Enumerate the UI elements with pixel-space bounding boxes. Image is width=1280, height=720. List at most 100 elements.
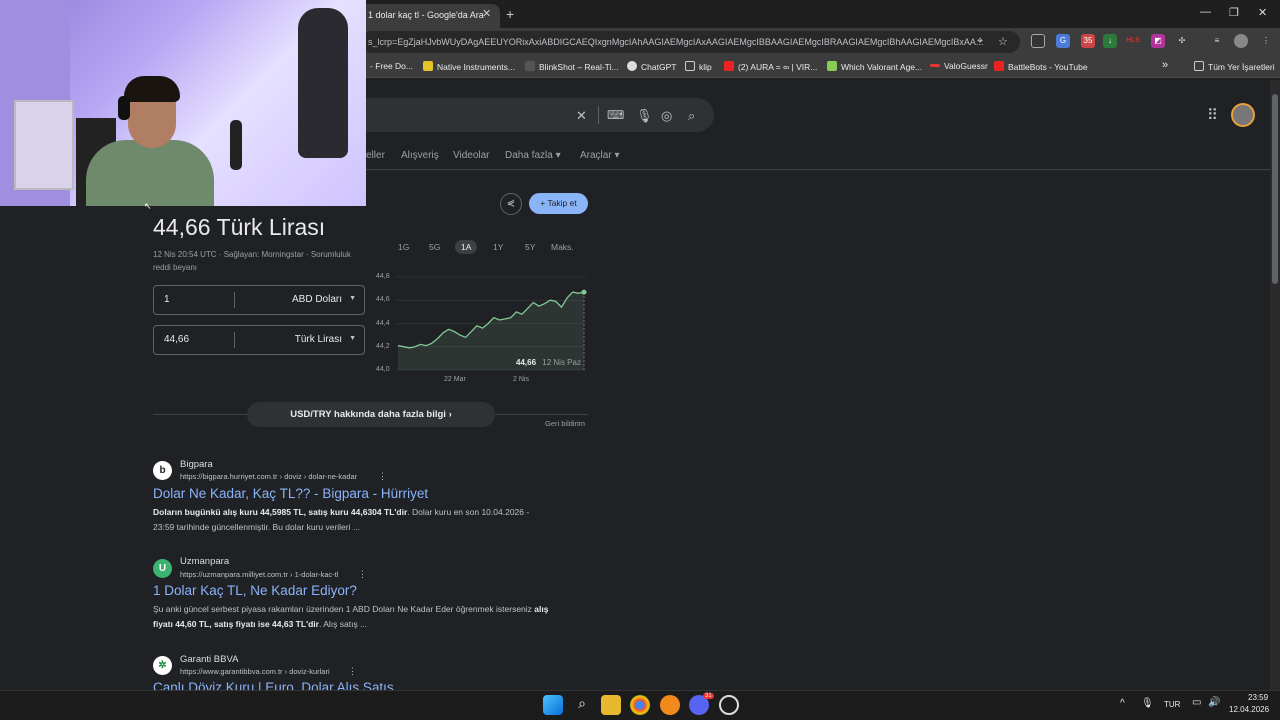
webcam-overlay [0,0,366,206]
minimize-button[interactable]: — [1200,6,1211,18]
language-indicator[interactable]: TUR [1164,700,1180,709]
result-site-name[interactable]: Bigpara [180,459,213,470]
clock-date[interactable]: 12.04.2026 [1229,705,1269,714]
tab-more[interactable]: Daha fazla ▾ [505,150,561,161]
range-1d[interactable]: 1G [398,242,409,252]
tray-mic-icon[interactable]: 🎙 [1141,698,1154,709]
more-options-icon[interactable]: ⋮ [358,569,367,580]
result-title-link[interactable]: Canlı Döviz Kuru | Euro, Dolar Alış Satı… [153,680,394,690]
tooltip-date: 12 Nis Paz [542,358,581,367]
mouse-cursor-icon: ↖ [144,201,152,211]
range-max[interactable]: Maks. [551,242,574,252]
all-bookmarks-folder[interactable]: Tüm Yer İşaretleri [1194,61,1275,72]
new-tab-button[interactable]: + [506,6,514,22]
tab-tools[interactable]: Araçlar ▾ [580,150,619,161]
y-tick-label: 44,2 [376,343,390,350]
scrollbar-thumb[interactable] [1272,94,1278,284]
more-options-icon[interactable]: ⋮ [378,471,387,482]
share-icon[interactable]: ⋞ [500,193,522,215]
tab-videos[interactable]: Videolar [453,150,490,161]
from-amount-field[interactable]: 1 ABD Doları ▼ [153,285,365,315]
from-value[interactable]: 1 [164,294,170,305]
app-icon[interactable] [719,695,739,715]
lens-camera-icon[interactable]: ◎ [661,108,672,124]
feedback-link[interactable]: Geri bildirim [545,419,585,428]
tab-images[interactable]: eller [366,150,385,161]
result-title-link[interactable]: Dolar Ne Kadar, Kaç TL?? - Bigpara - Hür… [153,486,428,501]
address-bar[interactable]: s_lcrp=EgZjaHJvbWUyDAgAEEUYORixAxiABDIGC… [360,31,1020,53]
more-info-button[interactable]: USD/TRY hakkında daha fazla bilgi › [247,402,495,427]
blinkshot-icon [525,61,535,71]
active-tab[interactable]: 1 dolar kaç tl - Google'da Ara [360,4,500,28]
result-site-name[interactable]: Garanti BBVA [180,654,238,665]
from-currency-select[interactable]: ABD Doları [292,294,342,305]
tooltip-value: 44,66 [516,358,537,367]
bookmark-item[interactable]: BlinkShot – Real-Ti... [525,61,619,72]
chevron-down-icon[interactable]: ▼ [349,295,356,302]
taskbar-search-icon[interactable]: ⌕ [572,695,592,715]
profile-avatar[interactable] [1234,34,1248,48]
apps-grid-icon[interactable]: ⠿ [1207,106,1218,124]
to-value[interactable]: 44,66 [164,334,189,345]
network-icon[interactable]: ▭ [1192,697,1201,708]
clock-time[interactable]: 23:59 [1248,693,1268,702]
bookmark-item[interactable]: - Free Do... [370,61,413,71]
file-explorer-icon[interactable] [601,695,621,715]
range-1m[interactable]: 1A [455,240,478,254]
bookmark-star-icon[interactable]: ☆ [998,35,1008,48]
follow-button[interactable]: + Takip et [529,193,588,214]
maximize-button[interactable]: ❐ [1229,6,1239,19]
media-control-icon[interactable]: ≡ [1210,34,1224,48]
account-avatar[interactable] [1231,103,1255,127]
folder-icon [423,61,433,71]
range-1y[interactable]: 1Y [493,242,503,252]
tab-shopping[interactable]: Alışveriş [401,150,439,161]
result-url[interactable]: https://www.garantibbva.com.tr › doviz-k… [180,667,330,676]
tabs-divider [360,169,1270,170]
to-currency-select[interactable]: Türk Lirası [295,334,342,345]
bookmark-item[interactable]: Native Instruments... [423,61,515,72]
result-site-name[interactable]: Uzmanpara [180,556,229,567]
windows-start-icon[interactable] [543,695,563,715]
hls-extension-icon[interactable]: HLS [1126,34,1140,48]
location-icon[interactable]: ⌖ [977,35,983,48]
bookmarks-overflow-icon[interactable]: » [1162,59,1168,71]
keyboard-icon[interactable]: ⌨ [607,108,624,122]
bookmark-item[interactable]: ValoGuessr [930,61,988,71]
range-5y[interactable]: 5Y [525,242,535,252]
valoguessr-icon [930,64,940,67]
y-tick-label: 44,8 [376,273,390,280]
more-options-icon[interactable]: ⋮ [348,666,357,677]
translate-extension-icon[interactable]: G [1056,34,1070,48]
bookmark-item[interactable]: Which Valorant Age... [827,61,922,72]
extension-badge-icon[interactable]: 35 [1081,34,1095,48]
result-url[interactable]: https://uzmanpara.milliyet.com.tr › 1-do… [180,570,338,579]
bookmark-item[interactable]: (2) AURA = ∞ | VIR... [724,61,817,72]
clear-search-icon[interactable]: ✕ [576,108,587,124]
bookmark-folder[interactable]: klip [685,61,712,72]
chevron-down-icon[interactable]: ▼ [349,335,356,342]
bookmark-item[interactable]: BattleBots - YouTube [994,61,1088,72]
tab-close-icon[interactable]: ✕ [482,7,491,20]
chrome-icon[interactable] [630,695,650,715]
youtube-icon [724,61,734,71]
disclaimer-link[interactable]: reddi beyanı [153,263,197,272]
folder-icon [685,61,695,71]
extension-icon[interactable] [1031,34,1045,48]
browser-menu-icon[interactable]: ⋮ [1259,34,1273,48]
to-amount-field[interactable]: 44,66 Türk Lirası ▼ [153,325,365,355]
range-5d[interactable]: 5G [429,242,440,252]
close-window-button[interactable]: ✕ [1258,6,1267,19]
result-title-link[interactable]: 1 Dolar Kaç TL, Ne Kadar Ediyor? [153,583,357,598]
result-url[interactable]: https://bigpara.hurriyet.com.tr › doviz … [180,472,357,481]
bookmark-item[interactable]: ChatGPT [627,61,676,72]
microphone-icon[interactable]: 🎙 [636,108,653,124]
download-extension-icon[interactable]: ↓ [1103,34,1117,48]
extension-icon[interactable]: ◩ [1151,34,1165,48]
tray-overflow-icon[interactable]: ^ [1120,698,1125,709]
search-icon[interactable]: ⌕ [688,108,695,124]
extensions-puzzle-icon[interactable]: ✣ [1175,34,1189,48]
fl-studio-icon[interactable] [660,695,680,715]
volume-icon[interactable]: 🔊 [1208,697,1220,708]
bigpara-favicon-icon: b [153,461,172,480]
